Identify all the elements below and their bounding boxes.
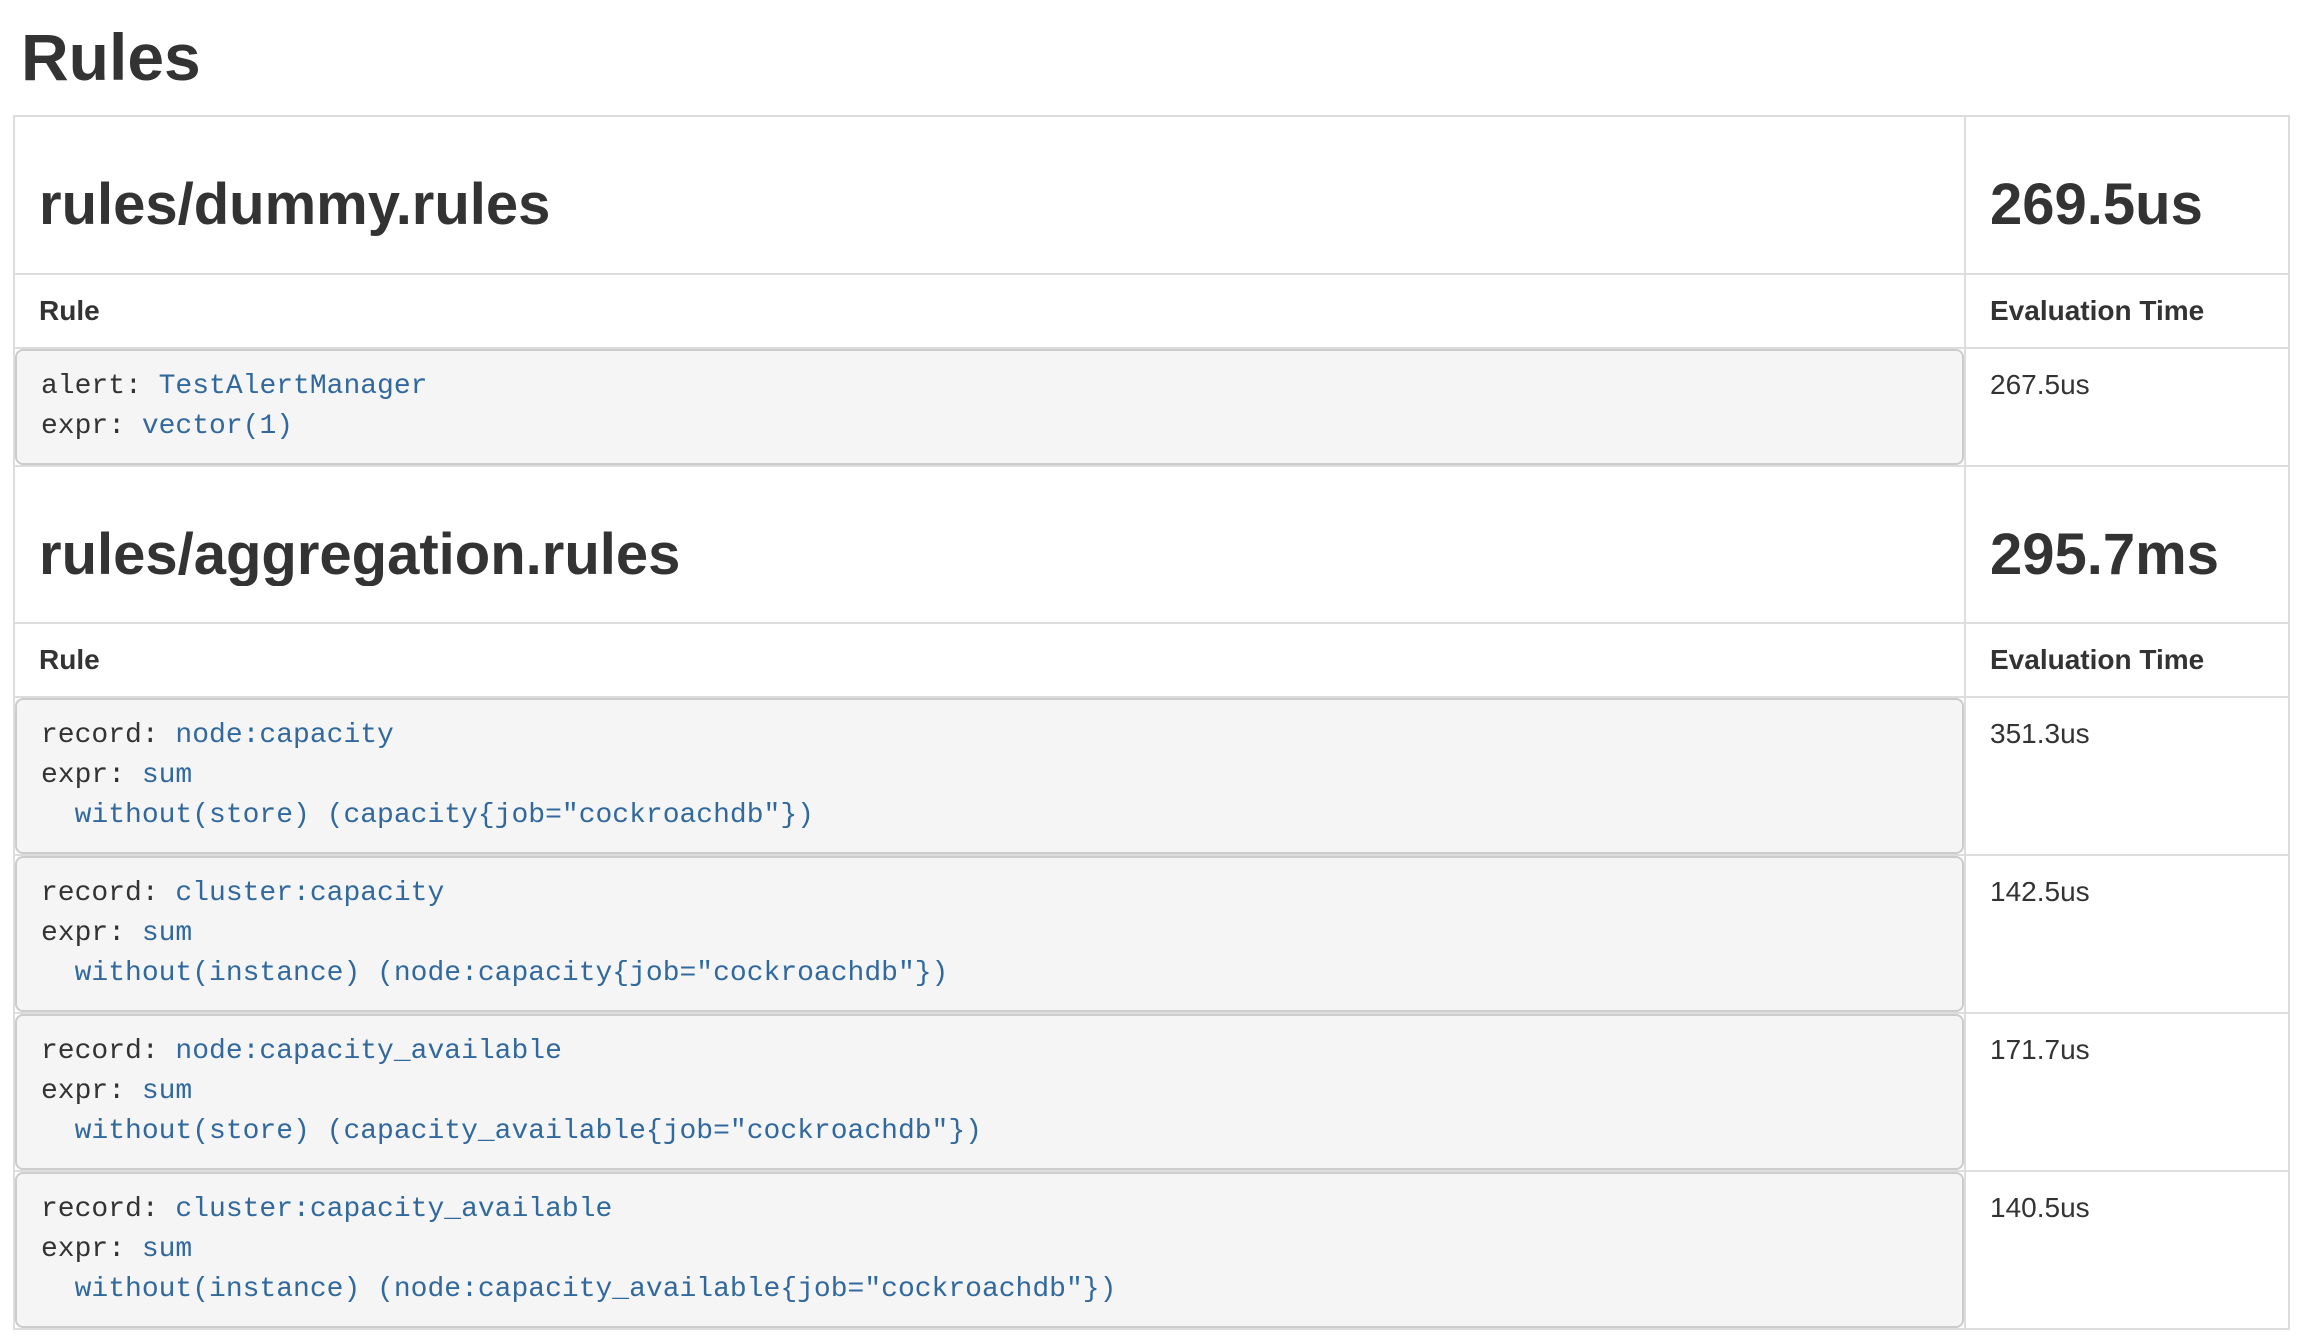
column-header-row: RuleEvaluation Time <box>14 623 2289 697</box>
column-header-row: RuleEvaluation Time <box>14 274 2289 348</box>
rule-code-key: record: <box>41 1036 175 1067</box>
rule-evaluation-time: 171.7us <box>1965 1013 2289 1171</box>
rule-group-evaluation-time-cell: 295.7ms <box>1965 466 2289 624</box>
rule-code-line: alert: TestAlertManager <box>41 367 1938 407</box>
rule-code-line: record: node:capacity <box>41 716 1938 756</box>
rule-code-key: expr: <box>41 1234 142 1265</box>
rule-name-link[interactable]: cluster:capacity <box>175 878 444 909</box>
rules-page: Rules rules/dummy.rules269.5usRuleEvalua… <box>0 20 2316 1330</box>
rule-expression-link[interactable]: sum <box>142 1234 192 1265</box>
rule-evaluation-time: 351.3us <box>1965 697 2289 855</box>
rule-expression-link[interactable]: without(instance) (node:capacity_availab… <box>41 1274 1116 1305</box>
rule-code-line: expr: sum <box>41 756 1938 796</box>
rule-code-key: expr: <box>41 918 142 949</box>
rule-evaluation-time: 140.5us <box>1965 1171 2289 1329</box>
rule-code-line: expr: sum <box>41 1072 1938 1112</box>
rule-definition: record: cluster:capacity_availableexpr: … <box>15 1172 1964 1328</box>
rule-code-key: expr: <box>41 760 142 791</box>
rule-expression-link[interactable]: sum <box>142 760 192 791</box>
rule-code-key: record: <box>41 1194 175 1225</box>
rule-code-key: record: <box>41 720 175 751</box>
rule-expression-link[interactable]: sum <box>142 918 192 949</box>
rule-definition: record: node:capacity_availableexpr: sum… <box>15 1014 1964 1170</box>
rules-table-body: rules/dummy.rules269.5usRuleEvaluation T… <box>14 116 2289 1330</box>
rule-expression-link[interactable]: without(store) (capacity{job="cockroachd… <box>41 800 814 831</box>
rule-code-line: record: node:capacity_available <box>41 1032 1938 1072</box>
rule-evaluation-time: 142.5us <box>1965 855 2289 1013</box>
evaluation-time-column-header: Evaluation Time <box>1965 274 2289 348</box>
rule-code-line: without(instance) (node:capacity_availab… <box>41 1270 1938 1310</box>
rule-code-line: record: cluster:capacity <box>41 874 1938 914</box>
rule-row: alert: TestAlertManagerexpr: vector(1)26… <box>14 348 2289 466</box>
rule-code-line: without(store) (capacity{job="cockroachd… <box>41 796 1938 836</box>
rule-code-line: without(store) (capacity_available{job="… <box>41 1112 1938 1152</box>
rule-name-link[interactable]: TestAlertManager <box>159 371 428 402</box>
rule-group-evaluation-time-cell: 269.5us <box>1965 116 2289 274</box>
rule-expression-link[interactable]: without(instance) (node:capacity{job="co… <box>41 958 948 989</box>
rule-definition: record: node:capacityexpr: sum without(s… <box>15 698 1964 854</box>
rule-group-evaluation-time: 295.7ms <box>1990 523 2264 587</box>
rule-name-link[interactable]: node:capacity <box>175 720 393 751</box>
rule-row: record: node:capacity_availableexpr: sum… <box>14 1013 2289 1171</box>
rule-row: record: cluster:capacity_availableexpr: … <box>14 1171 2289 1329</box>
rule-row: record: cluster:capacityexpr: sum withou… <box>14 855 2289 1013</box>
rule-group-header-row: rules/aggregation.rules 295.7ms <box>14 466 2289 624</box>
rule-group-title: rules/aggregation.rules <box>39 523 1940 587</box>
rule-code-key: record: <box>41 878 175 909</box>
rule-code-key: expr: <box>41 411 142 442</box>
rule-code-line: without(instance) (node:capacity{job="co… <box>41 954 1938 994</box>
rules-table: rules/dummy.rules269.5usRuleEvaluation T… <box>13 115 2290 1331</box>
rule-code-line: record: cluster:capacity_available <box>41 1190 1938 1230</box>
rule-column-header: Rule <box>14 623 1965 697</box>
rule-cell: record: node:capacity_availableexpr: sum… <box>14 1013 1965 1171</box>
rule-expression-link[interactable]: vector(1) <box>142 411 293 442</box>
rule-definition: alert: TestAlertManagerexpr: vector(1) <box>15 349 1964 465</box>
rule-code-key: expr: <box>41 1076 142 1107</box>
rule-expression-link[interactable]: sum <box>142 1076 192 1107</box>
evaluation-time-column-header: Evaluation Time <box>1965 623 2289 697</box>
rule-group-header-row: rules/dummy.rules 269.5us <box>14 116 2289 274</box>
rule-group-file-cell: rules/aggregation.rules <box>14 466 1965 624</box>
rule-row: record: node:capacityexpr: sum without(s… <box>14 697 2289 855</box>
page-title: Rules <box>21 20 2290 96</box>
rule-evaluation-time: 267.5us <box>1965 348 2289 466</box>
rule-group-title: rules/dummy.rules <box>39 173 1940 237</box>
rule-code-key: alert: <box>41 371 159 402</box>
rule-definition: record: cluster:capacityexpr: sum withou… <box>15 856 1964 1012</box>
rule-expression-link[interactable]: without(store) (capacity_available{job="… <box>41 1116 982 1147</box>
rule-cell: alert: TestAlertManagerexpr: vector(1) <box>14 348 1965 466</box>
rule-cell: record: cluster:capacityexpr: sum withou… <box>14 855 1965 1013</box>
rule-name-link[interactable]: node:capacity_available <box>175 1036 561 1067</box>
rule-code-line: expr: sum <box>41 914 1938 954</box>
rule-code-line: expr: vector(1) <box>41 407 1938 447</box>
rule-group-evaluation-time: 269.5us <box>1990 173 2264 237</box>
rule-cell: record: node:capacityexpr: sum without(s… <box>14 697 1965 855</box>
rule-cell: record: cluster:capacity_availableexpr: … <box>14 1171 1965 1329</box>
rule-code-line: expr: sum <box>41 1230 1938 1270</box>
rule-column-header: Rule <box>14 274 1965 348</box>
rule-name-link[interactable]: cluster:capacity_available <box>175 1194 612 1225</box>
rule-group-file-cell: rules/dummy.rules <box>14 116 1965 274</box>
